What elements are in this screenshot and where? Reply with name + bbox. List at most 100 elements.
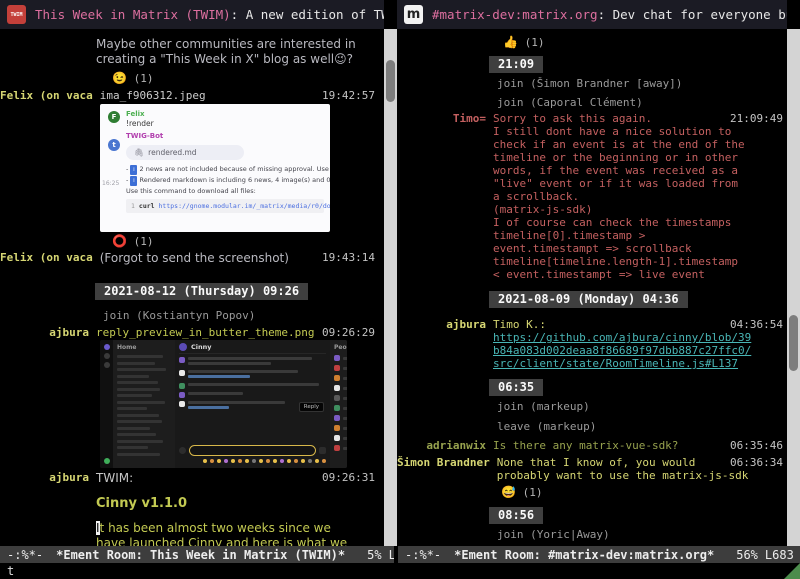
right-window-scrollbar[interactable] [787,29,800,546]
buffer-name: *Ement Room: This Week in Matrix (TWIM)* [56,548,345,562]
twim-room-topic: : A new edition of TWIM ev [231,7,384,22]
reaction-pill[interactable]: 👍 (1) [503,35,787,50]
left-window-scrollbar[interactable] [384,29,397,546]
buffer-name: *Ement Room: #matrix-dev:matrix.org* [454,548,714,562]
timestamp: 04:36:54 [730,318,783,331]
github-link[interactable]: https://github.com/ajbura/cinny/blob/39b… [493,331,751,370]
window-twim-room: TWIM This Week in Matrix (TWIM): A new e… [0,0,384,546]
message-row: ajbura TWIM: 09:26:31 [0,471,384,486]
reaction-count: (1) [134,235,154,248]
minibuffer[interactable]: t [0,563,800,579]
sender-timo[interactable]: Timo= [397,112,493,125]
mode-line-flags: -:%*- [7,548,43,562]
message-body: TWIM: [96,471,133,486]
emacs-frame: TWIM This Week in Matrix (TWIM): A new e… [0,0,800,579]
shot1-info-2: Rendered markdown is including 6 news, 4… [140,176,331,184]
message-row: Timo= Sorry to ask this again. I still d… [397,112,787,281]
line-number: L683 [765,548,794,562]
message-body: None that I know of, you would probably … [497,456,750,482]
message-body: (Forgot to send the screenshot) [100,251,289,266]
shot1-file-pill: 🖇 rendered.md [126,145,244,160]
message-row: It has been almost two weeks since we ha… [0,521,384,546]
message-body: It has been almost two weeks since we ha… [96,521,358,546]
reaction-pill[interactable]: ⭕ (1) [112,234,384,249]
message-heading-row: Cinny v1.1.0 [0,496,384,511]
message-row: Felix (on vaca (Forgot to send the scree… [0,251,384,266]
date-header: 2021-08-09 (Monday) 04:36 [489,291,688,308]
matrix-dev-room-topic: : Dev chat for everyone buildi [598,7,787,22]
reaction-count: (1) [525,36,545,49]
attached-image-cinny-screenshot[interactable]: Home Cinny [100,340,347,468]
message-row: Šimon Brandner None that I know of, you … [397,456,787,482]
resize-grip[interactable] [784,563,800,579]
shot2-room-list: Home [113,340,175,468]
message-row: ajbura Timo K.: https://github.com/ajbur… [397,318,787,370]
twim-room-avatar[interactable]: TWIM [7,5,26,24]
shot1-timestamp: 16:25 [102,180,119,187]
shot1-file-name: rendered.md [148,148,196,157]
avatar: F [108,111,120,123]
shot2-attach-button [179,447,186,454]
timestamp: 06:35:46 [730,439,783,452]
matrix-dev-room-title: #matrix-dev:matrix.org [432,7,598,22]
membership-event: leave (markeup) [497,420,787,433]
reaction-count: (1) [134,72,154,85]
membership-event: join (markeup) [497,400,787,413]
shot1-sender: Felix [126,110,145,118]
membership-event: join (Yoric|Away) [497,528,787,541]
membership-event: join (Šimon Brandner [away]) [497,77,787,90]
timestamp: 09:26:29 [322,326,375,339]
reaction-emoji: 😅 [501,485,516,499]
message-row: Felix (on vaca ima_f906312.jpeg 19:42:57 [0,89,384,102]
matrix-dev-room-avatar[interactable]: m [404,5,423,24]
avatar [179,343,187,351]
time-header: 06:35 [489,379,543,396]
matrix-dev-header-line: m #matrix-dev:matrix.org: Dev chat for e… [397,0,787,29]
attached-image-twig-bot-screenshot[interactable]: F Felix !render t TWIG-Bot 🖇 rendered.md… [100,104,330,232]
sender-felix[interactable]: Felix (on vaca [0,251,100,264]
sender-ajbura[interactable]: ajbura [397,318,493,331]
right-mode-line: -:%*- *Ement Room: #matrix-dev:matrix.or… [398,546,800,563]
message-row: ajbura reply_preview_in_butter_theme.png… [0,326,384,339]
attachment-row: F Felix !render t TWIG-Bot 🖇 rendered.md… [0,104,384,232]
timestamp: 06:36:34 [730,456,783,469]
twim-header-line: TWIM This Week in Matrix (TWIM): A new e… [0,0,384,29]
sender-simon-brandner[interactable]: Šimon Brandner [397,456,497,469]
time-header: 08:56 [489,507,543,524]
shot1-message: !render [126,118,324,129]
message-heading: Cinny v1.1.0 [96,496,187,511]
message-body: Maybe other communities are interested i… [96,37,358,67]
reaction-pill[interactable]: 😅 (1) [501,485,787,500]
shot2-member-list: People [330,340,347,468]
shot2-people-label: People [334,344,347,351]
shot1-info-3: Use this command to download all files: [126,186,324,196]
shot2-emoji-row [179,456,326,465]
twim-room-title: This Week in Matrix (TWIM) [35,7,231,22]
shot2-message-input [189,445,316,456]
shot2-reply-tooltip: Reply [299,402,324,412]
membership-event: join (Caporal Clément) [497,96,787,109]
left-scrollbar-thumb[interactable] [386,60,395,102]
timestamp: 19:42:57 [322,89,375,102]
info-icon: i [130,176,137,186]
sender-adrianwix[interactable]: adrianwix [397,439,493,452]
image-attachment-link[interactable]: ima_f906312.jpeg [100,89,206,102]
sender-felix[interactable]: Felix (on vaca [0,89,100,102]
paperclip-icon: 🖇 [134,148,144,157]
shot1-bot-name: TWIG-Bot [126,132,163,140]
image-attachment-link[interactable]: reply_preview_in_butter_theme.png [96,326,315,339]
twim-message-list: Maybe other communities are interested i… [0,29,384,546]
shot2-home-label: Home [117,344,171,351]
reaction-pill[interactable]: 😉 (1) [112,71,384,86]
membership-event: join (Kostiantyn Popov) [103,309,384,322]
reaction-emoji: 😉 [112,71,127,85]
avatar: t [108,139,120,151]
sender-ajbura[interactable]: ajbura [0,471,96,484]
reaction-emoji: ⭕ [112,234,127,248]
timestamp: 19:43:14 [322,251,375,264]
shot2-send-button [319,447,326,454]
sender-ajbura[interactable]: ajbura [0,326,96,339]
right-scrollbar-thumb[interactable] [789,315,798,371]
timestamp: 21:09:49 [730,112,783,125]
message-body: Timo K.: https://github.com/ajbura/cinny… [493,318,753,370]
